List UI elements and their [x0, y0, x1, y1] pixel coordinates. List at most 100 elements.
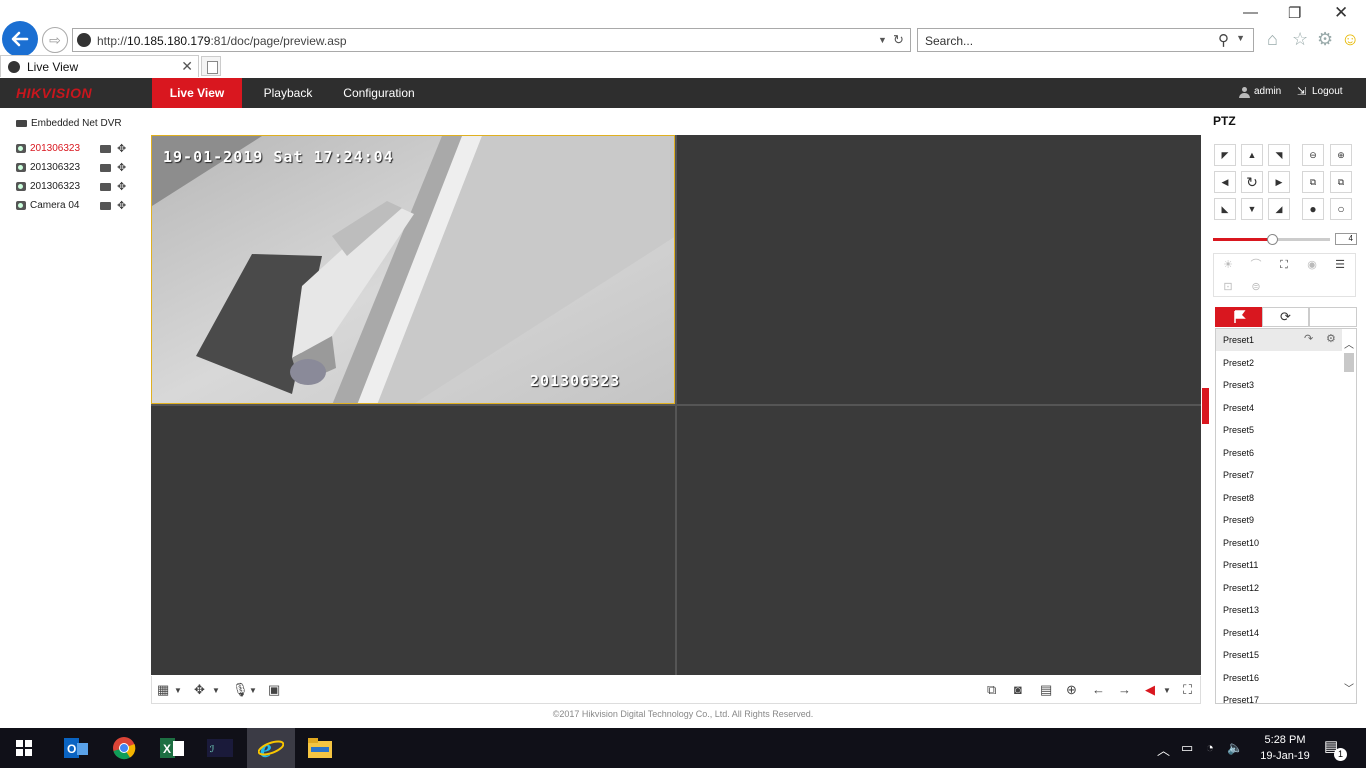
internet-explorer-app[interactable]: e [247, 728, 295, 768]
wiper-icon[interactable]: ⌒ [1242, 254, 1270, 276]
preset-item[interactable]: Preset6 [1216, 442, 1342, 464]
ptz-speed-slider-handle[interactable] [1266, 234, 1278, 245]
next-page-icon[interactable]: → [1118, 682, 1131, 697]
smiley-feedback-icon[interactable]: ☺ [1341, 29, 1359, 50]
back-button[interactable] [2, 21, 38, 57]
iris-close-icon[interactable]: ● [1302, 198, 1324, 220]
ptz-auto-scan-button[interactable]: ↻ [1241, 171, 1263, 193]
new-tab-button[interactable] [201, 56, 221, 76]
lens-init-icon[interactable]: ◉ [1298, 254, 1326, 276]
layout-dropdown-icon[interactable]: ▼ [174, 686, 182, 695]
focus-near-icon[interactable]: ⧉ [1302, 171, 1324, 193]
scroll-up-icon[interactable]: ︿ [1344, 336, 1354, 351]
search-icon[interactable]: ⚲ [1218, 31, 1229, 49]
tab-pattern[interactable] [1309, 307, 1357, 327]
microphone-icon[interactable]: 🎙 [232, 682, 249, 698]
video-window-1[interactable]: 19-01-2019 Sat 17:24:04 201306323 [151, 135, 675, 404]
outlook-app[interactable]: O [52, 728, 100, 768]
close-tab-icon[interactable]: ✕ [181, 58, 193, 75]
logout-link[interactable]: Logout [1312, 86, 1343, 97]
search-box[interactable]: Search... ⚲ ▼ [917, 28, 1254, 52]
preset-item[interactable]: Preset10 [1216, 532, 1342, 554]
video-window-2[interactable] [677, 135, 1201, 404]
iris-open-icon[interactable]: ○ [1330, 198, 1352, 220]
ptz-control-icon[interactable]: ✥ [117, 199, 126, 212]
auxiliary-focus-icon[interactable]: ⛶ [1270, 254, 1298, 276]
set-preset-gear-icon[interactable]: ⚙ [1326, 332, 1336, 345]
preset-item[interactable]: Preset14 [1216, 622, 1342, 644]
preset-item[interactable]: Preset15 [1216, 644, 1342, 666]
tab-patrol[interactable]: ⟳ [1262, 307, 1309, 327]
ptz-up-button[interactable]: ▲ [1241, 144, 1263, 166]
camera-row[interactable]: 201306323 ✥ [16, 159, 138, 177]
address-dropdown-icon[interactable]: ▼ [878, 35, 887, 45]
file-explorer-app[interactable] [296, 728, 344, 768]
preset-item[interactable]: Preset8 [1216, 487, 1342, 509]
preset-item[interactable]: Preset3 [1216, 374, 1342, 396]
preset-item[interactable]: Preset1 [1216, 329, 1342, 351]
video-wall-icon[interactable]: ▣ [268, 682, 280, 698]
nav-configuration[interactable]: Configuration [336, 78, 422, 108]
video-window-3[interactable] [151, 406, 675, 675]
preset-item[interactable]: Preset5 [1216, 419, 1342, 441]
ptz-left-button[interactable]: ◀ [1214, 171, 1236, 193]
tab-presets[interactable] [1215, 307, 1262, 327]
wifi-icon[interactable]: ◔ [1206, 740, 1214, 755]
ptz-down-right-button[interactable]: ◢ [1268, 198, 1290, 220]
chrome-app[interactable] [100, 728, 148, 768]
search-dropdown-icon[interactable]: ▼ [1236, 33, 1245, 43]
fullscreen-icon[interactable]: ⛶ [1183, 682, 1192, 698]
start-button[interactable] [0, 728, 48, 768]
show-hidden-icons-icon[interactable]: ︿ [1157, 740, 1170, 759]
nav-live-view[interactable]: Live View [152, 78, 242, 108]
record-icon[interactable] [100, 164, 111, 172]
ptz-control-icon[interactable]: ✥ [117, 180, 126, 193]
logout-icon[interactable]: ⇲ [1297, 85, 1306, 98]
preset-scroll-thumb[interactable] [1344, 353, 1354, 372]
record-icon[interactable] [100, 202, 111, 210]
ptz-down-button[interactable]: ▼ [1241, 198, 1263, 220]
digital-zoom-icon[interactable]: ⊕ [1066, 682, 1077, 698]
preset-item[interactable]: Preset2 [1216, 352, 1342, 374]
tally-app[interactable]: ℐ [196, 728, 244, 768]
camera-row[interactable]: Camera 04 ✥ [16, 197, 138, 215]
stream-type-icon[interactable]: ✥ [194, 682, 205, 698]
capture-snapshot-icon[interactable]: ◙ [1014, 682, 1022, 697]
volume-mute-icon[interactable]: ◀ [1145, 682, 1155, 698]
volume-icon[interactable]: 🔈 [1227, 740, 1243, 756]
preset-item[interactable]: Preset12 [1216, 577, 1342, 599]
light-icon[interactable]: ☀ [1214, 254, 1242, 276]
preset-item[interactable]: Preset4 [1216, 397, 1342, 419]
audio-dropdown-icon[interactable]: ▼ [249, 686, 257, 695]
ptz-up-left-button[interactable]: ◤ [1214, 144, 1236, 166]
record-icon[interactable] [100, 145, 111, 153]
refresh-icon[interactable]: ↻ [893, 32, 904, 48]
device-tree-root[interactable]: Embedded Net DVR [16, 118, 122, 129]
minimize-icon[interactable]: — [1243, 4, 1258, 21]
excel-app[interactable]: X [148, 728, 196, 768]
forward-button[interactable]: ⇨ [42, 27, 68, 53]
volume-dropdown-icon[interactable]: ▼ [1163, 686, 1171, 695]
menu-icon[interactable]: ☰ [1326, 254, 1354, 276]
zoom-out-icon[interactable]: ⊖ [1302, 144, 1324, 166]
battery-icon[interactable]: ▭ [1181, 740, 1193, 756]
settings-gear-icon[interactable]: ⚙ [1317, 29, 1333, 50]
preset-item[interactable]: Preset11 [1216, 554, 1342, 576]
browser-tab-live-view[interactable]: Live View ✕ [0, 55, 199, 77]
home-icon[interactable]: ⌂ [1267, 29, 1278, 50]
preset-item[interactable]: Preset9 [1216, 509, 1342, 531]
nav-playback[interactable]: Playback [252, 78, 324, 108]
ptz-control-icon[interactable]: ✥ [117, 142, 126, 155]
preset-scrollbar[interactable] [1342, 335, 1356, 698]
window-layout-icon[interactable]: ▦ [157, 682, 169, 698]
address-bar[interactable]: http://10.185.180.179:81/doc/page/previe… [72, 28, 911, 52]
previous-page-icon[interactable]: ← [1092, 682, 1105, 697]
ptz-control-icon[interactable]: ✥ [117, 161, 126, 174]
preset-item[interactable]: Preset16 [1216, 667, 1342, 689]
camera-row[interactable]: 201306323 ✥ [16, 140, 138, 158]
scroll-down-icon[interactable]: ﹀ [1344, 680, 1354, 695]
stream-dropdown-icon[interactable]: ▼ [212, 686, 220, 695]
call-preset-icon[interactable]: ↷ [1304, 332, 1313, 345]
favorites-star-icon[interactable]: ☆ [1292, 29, 1308, 50]
taskbar-clock[interactable]: 5:28 PM 19-Jan-19 [1255, 732, 1315, 764]
